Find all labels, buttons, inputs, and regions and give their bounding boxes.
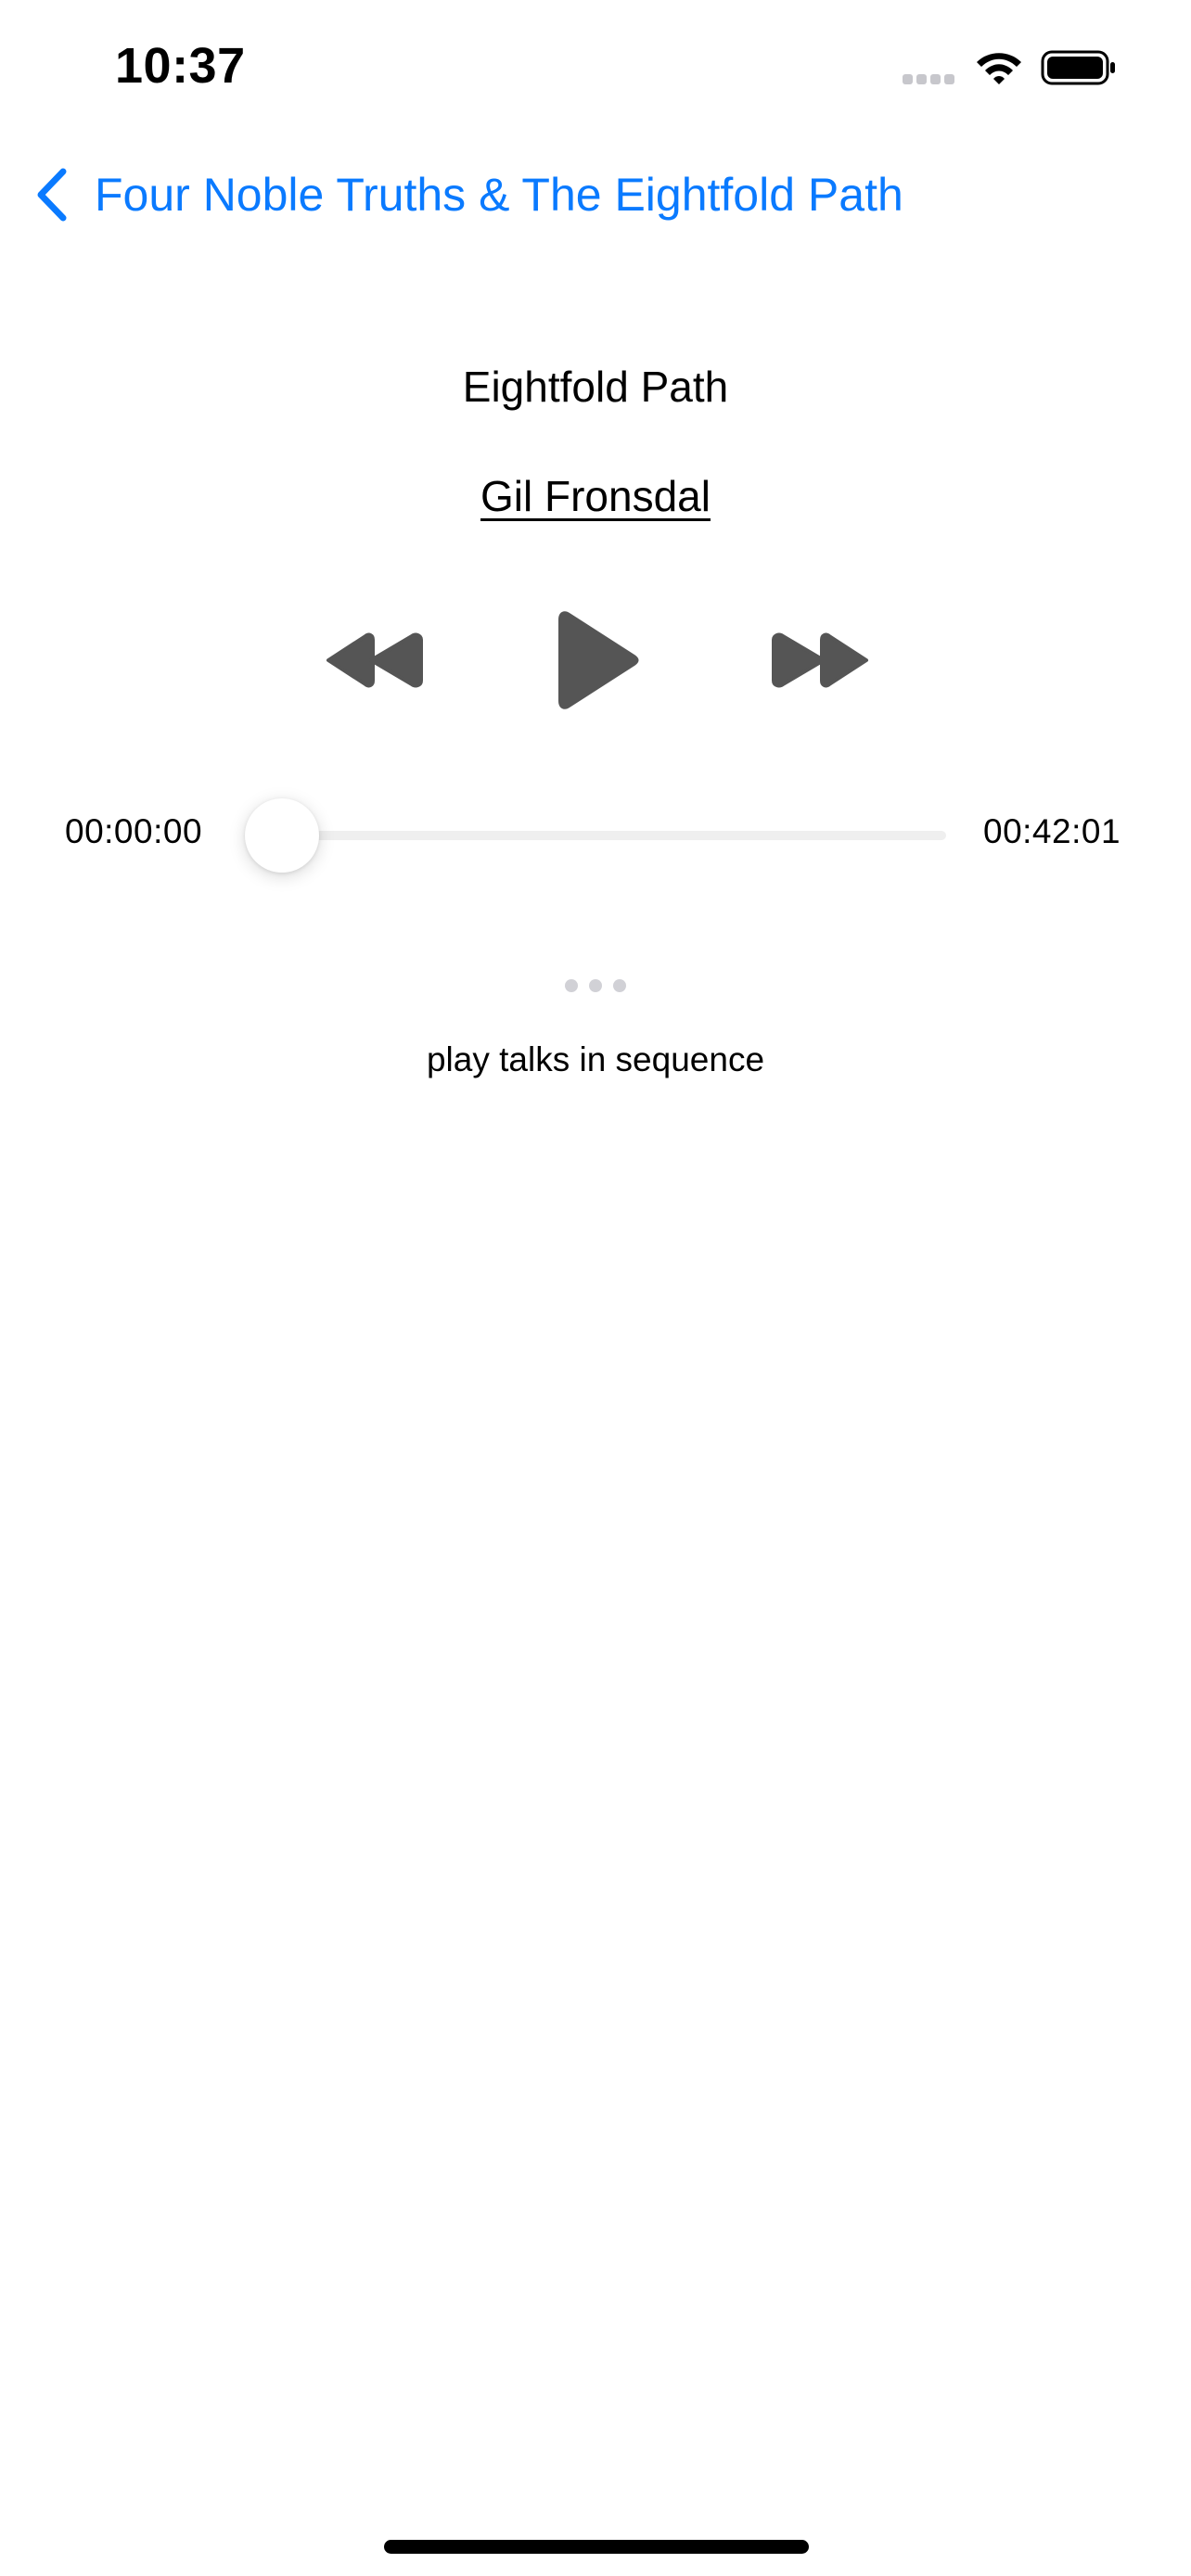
status-bar: 10:37 [0,0,1191,130]
total-time: 00:42:01 [983,812,1121,850]
talk-title: Eightfold Path [462,363,729,411]
cellular-signal-icon [903,74,954,84]
progress-slider[interactable] [245,796,946,874]
slider-thumb[interactable] [245,798,319,873]
rewind-button[interactable] [323,631,427,690]
ellipsis-icon[interactable] [562,977,629,994]
play-icon [558,611,639,709]
wifi-icon [977,53,1021,84]
fast-forward-icon [772,632,868,688]
rewind-icon [327,632,423,688]
status-time: 10:37 [115,38,246,94]
speaker-link[interactable]: Gil Fronsdal [480,472,711,520]
speaker-link-row: Gil Fronsdal [0,471,1191,521]
back-button[interactable]: Four Noble Truths & The Eightfold Path [33,159,903,230]
chevron-left-icon [37,168,67,222]
back-button-label: Four Noble Truths & The Eightfold Path [95,169,903,221]
battery-full-icon [1041,50,1115,85]
elapsed-time: 00:00:00 [65,812,203,850]
slider-track [282,831,946,840]
fast-forward-button[interactable] [768,631,872,690]
play-button[interactable] [549,608,642,712]
player-screen: 10:37 Four Noble Truths & The Eightfold … [0,0,1191,2576]
home-indicator[interactable] [384,2540,809,2554]
play-in-sequence-toggle[interactable]: play talks in sequence [0,1040,1191,1079]
